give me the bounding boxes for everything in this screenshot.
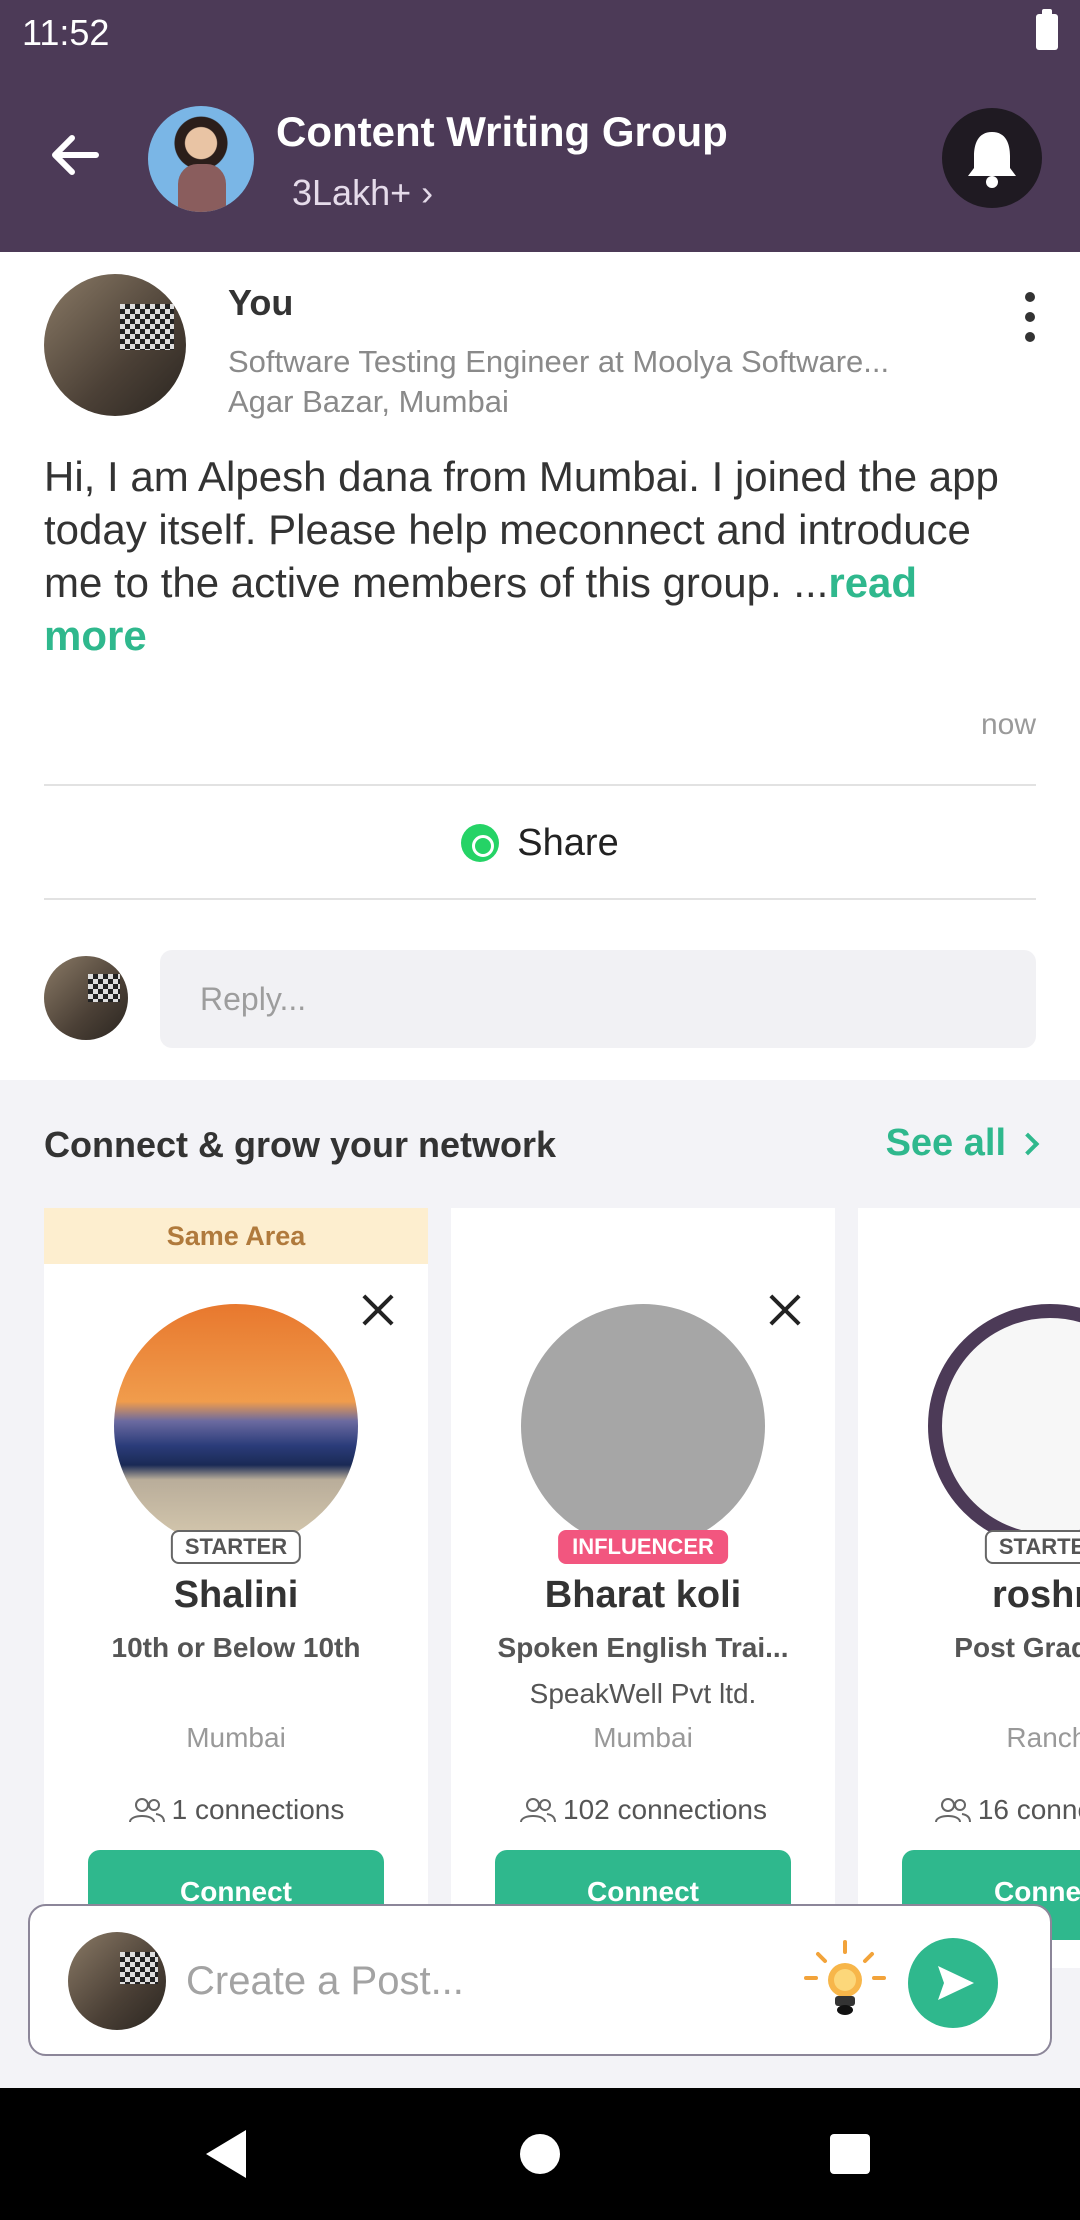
lightbulb-icon[interactable] — [800, 1936, 890, 2026]
reply-avatar — [44, 956, 128, 1040]
post-author[interactable]: You — [228, 282, 293, 324]
close-icon[interactable] — [765, 1290, 805, 1330]
post-card: You Software Testing Engineer at Moolya … — [0, 252, 1080, 1080]
notification-button[interactable] — [942, 108, 1042, 208]
more-options-button[interactable] — [1020, 288, 1040, 348]
back-button[interactable] — [40, 120, 110, 190]
battery-icon — [1036, 9, 1058, 50]
group-avatar[interactable] — [148, 106, 254, 212]
app-bar: Content Writing Group 3Lakh+ › — [0, 66, 1080, 252]
member-location: Ranchi — [1006, 1722, 1080, 1753]
share-button[interactable]: Share — [44, 788, 1036, 898]
user-avatar — [68, 1932, 166, 2030]
people-icon — [128, 1798, 165, 1823]
member-location: Mumbai — [593, 1722, 693, 1753]
author-avatar[interactable] — [44, 274, 186, 416]
system-nav-bar — [0, 2088, 1080, 2220]
member-location: Mumbai — [186, 1722, 286, 1753]
create-post-bar[interactable] — [28, 1904, 1052, 2056]
member-connections: 102 connections — [451, 1794, 835, 1826]
see-all-link[interactable]: See all — [885, 1122, 1040, 1165]
share-label: Share — [517, 821, 619, 864]
nav-recents-icon[interactable] — [830, 2134, 870, 2174]
same-area-tag: Same Area — [44, 1208, 428, 1264]
reply-input[interactable] — [160, 950, 1036, 1048]
connections-count: 16 connections — [977, 1794, 1080, 1825]
bell-icon — [968, 132, 1016, 188]
send-icon — [938, 1966, 974, 2000]
network-title: Connect & grow your network — [44, 1124, 557, 1165]
suggestion-card[interactable]: STARTER roshni Post Graduate Ranchi 16 c… — [858, 1208, 1080, 1968]
post-author-location: Agar Bazar, Mumbai — [228, 384, 509, 419]
dot-icon — [1025, 332, 1035, 342]
status-time: 11:52 — [22, 12, 110, 53]
close-icon[interactable] — [358, 1290, 398, 1330]
connections-count: 1 connections — [171, 1794, 345, 1825]
level-badge: STARTER — [170, 1530, 302, 1564]
see-all-label: See all — [885, 1122, 1006, 1164]
divider — [44, 898, 1036, 900]
chevron-right-icon — [1016, 1132, 1040, 1155]
nav-back-icon[interactable] — [206, 2130, 246, 2178]
status-bar: 11:52 — [0, 0, 1080, 66]
profile-photo[interactable] — [928, 1304, 1080, 1548]
people-icon — [520, 1798, 557, 1823]
profile-photo[interactable] — [114, 1304, 358, 1548]
send-button[interactable] — [908, 1938, 998, 2028]
nav-home-icon[interactable] — [520, 2134, 560, 2174]
dot-icon — [1025, 292, 1035, 302]
group-members-count[interactable]: 3Lakh+ › — [292, 172, 433, 214]
arrow-left-icon — [52, 135, 99, 175]
member-occupation: Spoken English Trai... — [497, 1632, 789, 1663]
suggestion-card[interactable]: INFLUENCER Bharat koli Spoken English Tr… — [451, 1208, 835, 1968]
create-post-input[interactable] — [186, 1946, 786, 2016]
connections-count: 102 connections — [563, 1794, 767, 1825]
member-name[interactable]: roshni — [858, 1574, 1080, 1617]
member-education: Post Graduate — [954, 1632, 1080, 1663]
suggestion-card[interactable]: Same Area STARTER Shalini 10th or Below … — [44, 1208, 428, 1968]
member-connections: 1 connections — [44, 1794, 428, 1826]
profile-photo[interactable] — [521, 1304, 765, 1548]
post-author-role: Software Testing Engineer at Moolya Soft… — [228, 344, 890, 379]
post-body: Hi, I am Alpesh dana from Mumbai. I join… — [44, 450, 1024, 662]
divider — [44, 784, 1036, 786]
member-company: SpeakWell Pvt ltd. — [529, 1678, 757, 1709]
member-name[interactable]: Bharat koli — [451, 1574, 835, 1617]
whatsapp-icon — [461, 824, 500, 862]
member-connections: 16 connections — [858, 1794, 1080, 1826]
people-icon — [934, 1798, 971, 1823]
level-badge: STARTER — [984, 1530, 1080, 1564]
member-education: 10th or Below 10th — [111, 1632, 361, 1663]
dot-icon — [1025, 312, 1035, 322]
post-timestamp: now — [980, 708, 1036, 741]
member-name[interactable]: Shalini — [44, 1574, 428, 1617]
level-badge: INFLUENCER — [558, 1530, 728, 1564]
group-title[interactable]: Content Writing Group — [276, 108, 728, 156]
